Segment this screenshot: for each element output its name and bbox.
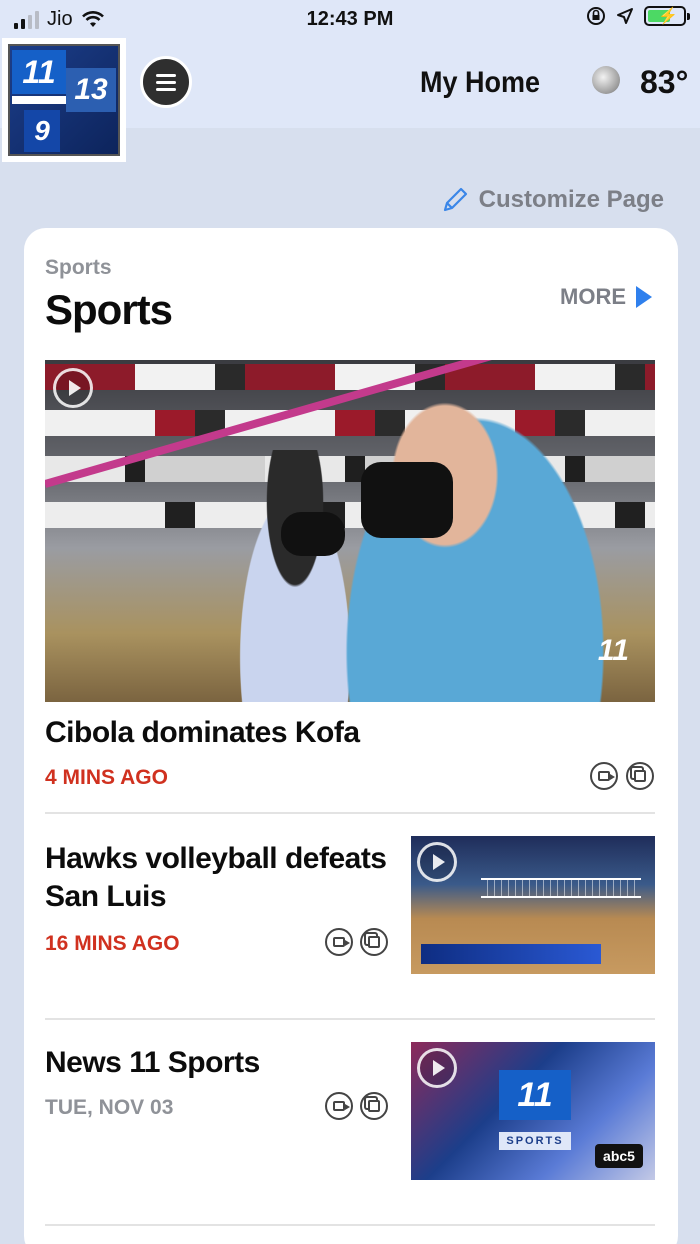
- play-icon[interactable]: [53, 368, 93, 408]
- moon-icon[interactable]: [592, 66, 620, 94]
- story-title[interactable]: Cibola dominates Kofa: [45, 714, 360, 752]
- video-icon: [325, 928, 353, 956]
- more-button[interactable]: MORE: [560, 284, 652, 310]
- divider: [45, 812, 655, 814]
- chevron-right-icon: [636, 286, 652, 308]
- video-icon: [590, 762, 618, 790]
- play-icon[interactable]: [417, 1048, 457, 1088]
- play-icon[interactable]: [417, 842, 457, 882]
- temperature[interactable]: 83°: [640, 64, 688, 101]
- story-thumbnail[interactable]: [411, 836, 655, 974]
- menu-button[interactable]: [140, 56, 192, 108]
- station-logo[interactable]: 11 13 9: [2, 38, 126, 162]
- battery-icon: ⚡: [644, 6, 690, 26]
- divider: [45, 1018, 655, 1020]
- video-icon: [325, 1092, 353, 1120]
- menu-icon: [156, 73, 176, 77]
- gallery-icon: [626, 762, 654, 790]
- story-time: 4 MINS AGO: [45, 766, 168, 789]
- story-time: TUE, NOV 03: [45, 1096, 174, 1119]
- location-icon: [617, 8, 633, 24]
- hero-story-image[interactable]: 11: [45, 360, 655, 702]
- customize-label: Customize Page: [478, 186, 664, 213]
- nbc-watermark: 11: [597, 634, 629, 667]
- gallery-icon: [360, 1092, 388, 1120]
- sports-card: Sports Sports MORE 11 Cibola dominates K…: [24, 228, 678, 1244]
- page-title[interactable]: My Home: [420, 66, 540, 100]
- story-time: 16 MINS AGO: [45, 932, 180, 955]
- more-label: MORE: [560, 284, 626, 309]
- story-title[interactable]: News 11 Sports: [45, 1044, 260, 1082]
- story-title[interactable]: Hawks volleyball defeats San Luis: [45, 840, 395, 916]
- story-thumbnail[interactable]: 11 SPORTS abc5: [411, 1042, 655, 1180]
- lock-rotation-icon: [587, 7, 605, 25]
- pencil-icon: [443, 187, 467, 212]
- divider: [45, 1224, 655, 1226]
- station-logo-image: 11 13 9: [8, 44, 120, 156]
- status-right: ⚡: [586, 6, 690, 26]
- app-header: 11 13 9 My Home 83°: [0, 38, 700, 162]
- gallery-icon: [360, 928, 388, 956]
- section-kicker: Sports: [45, 256, 112, 279]
- section-title: Sports: [45, 286, 173, 333]
- customize-page-link[interactable]: Customize Page: [441, 186, 664, 214]
- status-bar: Jio 12:43 PM ⚡: [0, 0, 700, 40]
